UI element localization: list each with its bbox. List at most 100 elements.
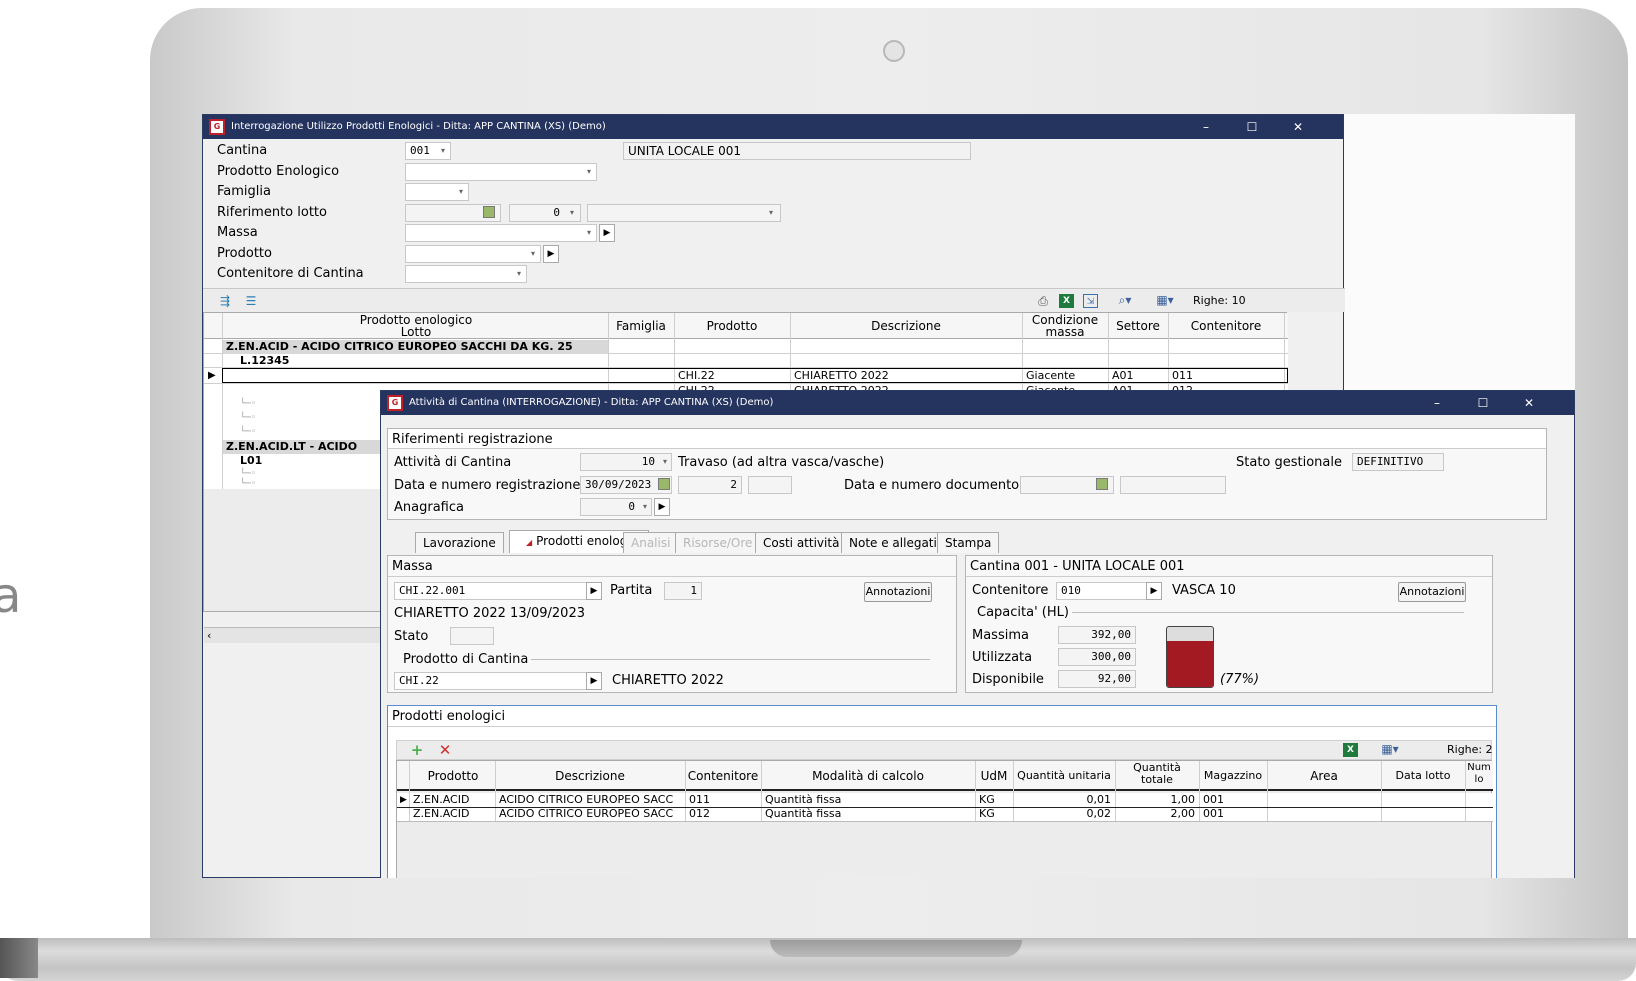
calendar-icon[interactable] bbox=[483, 206, 495, 218]
tab-stampa[interactable]: Stampa bbox=[937, 532, 1000, 553]
col-settore[interactable]: Settore bbox=[1108, 319, 1168, 333]
row2-prodotto[interactable]: Z.EN.ACID bbox=[413, 807, 469, 821]
partita-value: 1 bbox=[664, 582, 702, 600]
chevron-down-icon[interactable]: ▾ bbox=[512, 266, 526, 282]
col-contenitore[interactable]: Contenitore bbox=[685, 769, 761, 783]
tab-analisi[interactable]: Analisi bbox=[623, 532, 679, 553]
prodotto-cantina-code[interactable]: CHI.22 bbox=[394, 672, 588, 690]
close-button[interactable]: ✕ bbox=[1506, 391, 1552, 415]
columns-icon[interactable]: ▦▾ bbox=[1153, 293, 1177, 307]
col-udm[interactable]: UdM bbox=[975, 769, 1013, 783]
prodotto-cantina-lookup-button[interactable]: ▶ bbox=[586, 672, 602, 690]
prodotto-lookup-button[interactable]: ▶ bbox=[543, 245, 559, 263]
contenitore-lookup-button[interactable]: ▶ bbox=[1146, 582, 1162, 600]
row2-udm: KG bbox=[979, 807, 995, 820]
minimize-button[interactable]: – bbox=[1414, 391, 1460, 415]
tree-group-2[interactable]: Z.EN.ACID.LT - ACIDO bbox=[226, 440, 357, 454]
massima-label: Massima bbox=[972, 628, 1029, 643]
expand-tree-icon[interactable]: ⇶ bbox=[217, 294, 233, 308]
contenitore-input[interactable] bbox=[405, 265, 527, 283]
prodotto-cantina-label: Prodotto di Cantina bbox=[400, 652, 532, 667]
prodotto-input[interactable] bbox=[405, 245, 541, 263]
minimize-button[interactable]: – bbox=[1183, 115, 1229, 139]
suffisso-registrazione[interactable] bbox=[748, 476, 792, 494]
search-icon[interactable]: ⌕▾ bbox=[1115, 293, 1135, 307]
chevron-down-icon[interactable]: ▾ bbox=[658, 454, 672, 470]
col-descrizione[interactable]: Descrizione bbox=[790, 319, 1022, 333]
calendar-icon[interactable] bbox=[658, 478, 670, 490]
col-data-lotto[interactable]: Data lotto bbox=[1381, 769, 1465, 783]
chevron-down-icon[interactable]: ▾ bbox=[582, 164, 596, 180]
print-icon[interactable]: ⎙ bbox=[1035, 294, 1051, 308]
disponibile-value: 92,00 bbox=[1058, 670, 1136, 688]
excel-icon[interactable]: X bbox=[1343, 743, 1358, 757]
chevron-down-icon[interactable]: ▾ bbox=[565, 205, 579, 221]
cantina-description: UNITA LOCALE 001 bbox=[623, 142, 971, 160]
horizontal-scrollbar[interactable] bbox=[204, 627, 384, 643]
col-modalita[interactable]: Modalità di calcolo bbox=[761, 769, 975, 783]
row1-contenitore: 011 bbox=[689, 793, 710, 806]
riferimenti-title: Riferimenti registrazione bbox=[392, 432, 553, 447]
chevron-down-icon[interactable]: ▾ bbox=[454, 184, 468, 200]
row1-prodotto[interactable]: Z.EN.ACID bbox=[413, 793, 469, 807]
massa-lookup-button[interactable]: ▶ bbox=[586, 582, 602, 600]
col-famiglia[interactable]: Famiglia bbox=[608, 319, 674, 333]
row-pointer-icon: ▶ bbox=[400, 795, 407, 805]
chevron-down-icon[interactable]: ▾ bbox=[436, 143, 450, 159]
export-icon[interactable]: ⇲ bbox=[1083, 294, 1098, 308]
delete-icon[interactable]: ✕ bbox=[437, 743, 453, 758]
col-num-lotto-2[interactable]: lo bbox=[1465, 774, 1493, 786]
col-contenitore[interactable]: Contenitore bbox=[1168, 319, 1284, 333]
maximize-button[interactable]: ☐ bbox=[1229, 115, 1275, 139]
side-letter: a bbox=[0, 568, 22, 624]
prodotto-enologico-input[interactable] bbox=[405, 163, 597, 181]
tree-lotto-2[interactable]: L01 bbox=[240, 454, 262, 468]
col-quantita-totale-2[interactable]: totale bbox=[1115, 774, 1199, 786]
contenitore-label: Contenitore bbox=[972, 583, 1049, 598]
calendar-icon[interactable] bbox=[1096, 478, 1108, 490]
riferimento-lotto-select[interactable] bbox=[587, 204, 781, 222]
chevron-down-icon[interactable]: ▾ bbox=[526, 246, 540, 262]
collapse-tree-icon[interactable]: ☰ bbox=[243, 294, 259, 308]
massa-code[interactable]: CHI.22.001 bbox=[394, 582, 588, 600]
tab-costi-attivita[interactable]: Costi attività bbox=[755, 532, 848, 553]
tree-lotto-1[interactable]: L.12345 bbox=[240, 354, 289, 368]
numero-documento[interactable] bbox=[1120, 476, 1226, 494]
grid-toolbar: ⇶ ☰ ⎙ X ⇲ ⌕▾ ▦▾ Righe: 10 bbox=[203, 288, 1345, 312]
col-area[interactable]: Area bbox=[1267, 769, 1381, 783]
tab-note-allegati[interactable]: Note e allegati bbox=[841, 532, 945, 553]
col-descrizione[interactable]: Descrizione bbox=[495, 769, 685, 783]
col-lotto[interactable]: Lotto bbox=[224, 325, 608, 339]
annotazioni-button[interactable]: Annotazioni bbox=[864, 582, 932, 602]
massa-lookup-button[interactable]: ▶ bbox=[599, 224, 615, 242]
contenitore-value[interactable]: 010 bbox=[1056, 582, 1148, 600]
chevron-down-icon[interactable]: ▾ bbox=[638, 499, 652, 515]
contenitore-label: Contenitore di Cantina bbox=[217, 266, 364, 281]
prodotti-title: Prodotti enologici bbox=[392, 709, 506, 724]
anagrafica-lookup-button[interactable]: ▶ bbox=[654, 498, 670, 516]
col-num-lotto[interactable]: Num bbox=[1465, 762, 1493, 774]
maximize-button[interactable]: ☐ bbox=[1460, 391, 1506, 415]
scroll-left-icon[interactable]: ‹ bbox=[207, 629, 211, 642]
add-icon[interactable]: + bbox=[409, 743, 425, 758]
close-button[interactable]: ✕ bbox=[1275, 115, 1321, 139]
excel-icon[interactable]: X bbox=[1059, 294, 1074, 308]
tab-lavorazione[interactable]: Lavorazione bbox=[415, 532, 504, 553]
tab-risorse-ore[interactable]: Risorse/Ore bbox=[675, 532, 761, 553]
numero-registrazione[interactable]: 2 bbox=[678, 476, 742, 494]
chevron-down-icon[interactable]: ▾ bbox=[582, 225, 596, 241]
columns-icon[interactable]: ▦▾ bbox=[1375, 742, 1405, 756]
chevron-down-icon[interactable]: ▾ bbox=[764, 205, 778, 221]
col-quantita-unitaria[interactable]: Quantità unitaria bbox=[1013, 769, 1115, 783]
col-prodotto[interactable]: Prodotto bbox=[674, 319, 790, 333]
tree-group-1[interactable]: Z.EN.ACID - ACIDO CITRICO EUROPEO SACCHI… bbox=[226, 340, 573, 354]
righe-count: Righe: 2 bbox=[1447, 743, 1493, 756]
col-magazzino[interactable]: Magazzino bbox=[1199, 769, 1267, 783]
prodotto-cantina-desc: CHIARETTO 2022 bbox=[612, 673, 724, 688]
prodotti-panel: Prodotti enologici + ✕ X ▦▾ Righe: 2 Pro… bbox=[387, 705, 1497, 878]
col-prodotto[interactable]: Prodotto bbox=[411, 769, 495, 783]
tank-icon bbox=[1166, 626, 1214, 688]
massa-input[interactable] bbox=[405, 224, 597, 242]
annotazioni-button[interactable]: Annotazioni bbox=[1398, 582, 1466, 602]
col-condizione-2[interactable]: massa bbox=[1022, 325, 1108, 339]
